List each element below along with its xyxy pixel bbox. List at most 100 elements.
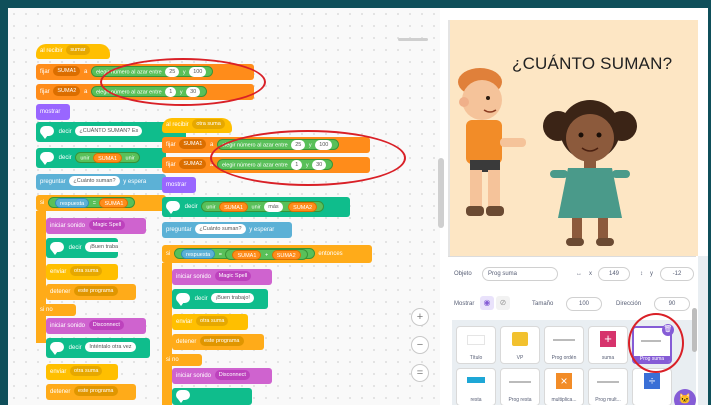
say-block-3[interactable]: decir ¡Buen trabajo — [46, 238, 118, 258]
show-block[interactable]: mostrar — [162, 177, 196, 193]
say-block-4[interactable]: decir Inténtalo otra vez — [46, 338, 150, 358]
sprite-tile-prog-resta[interactable]: Prog resta — [500, 368, 540, 405]
add-block[interactable]: SUMA1 + SUMA2 — [225, 248, 308, 260]
stage-backdrop-panel[interactable] — [698, 256, 708, 405]
sprite-tile-vp[interactable]: VP — [500, 326, 540, 364]
equals-block[interactable]: respuesta = SUMA1 — [48, 196, 136, 208]
say-text-input[interactable]: ¿CUÁNTO SUMAN? Es — [75, 126, 143, 137]
if-block[interactable]: si respuesta = SUMA1 — [36, 195, 166, 211]
start-sound-block-2[interactable]: iniciar sonido Disconnect — [172, 368, 272, 384]
sprite-label: Objeto — [454, 271, 472, 277]
message-dropdown[interactable]: otra suma — [192, 119, 225, 130]
stop-dropdown[interactable]: este programa — [74, 286, 118, 297]
start-sound-block-1[interactable]: iniciar sonido Magic Spell — [172, 269, 272, 285]
sprite-tile-titulo[interactable]: Título — [456, 326, 496, 364]
zoom-in-button[interactable]: + — [411, 308, 429, 326]
multiply-icon: × — [556, 373, 572, 389]
code-scrollbar-vertical[interactable] — [438, 158, 444, 228]
sound-dropdown[interactable]: Disconnect — [214, 370, 250, 381]
sprite-tile-resta[interactable]: resta — [456, 368, 496, 405]
answer-reporter[interactable]: respuesta — [55, 197, 90, 208]
variable-reporter[interactable]: SUMA1 — [219, 201, 249, 212]
code-area[interactable]: al recibir sumar fijar SUMA1 a elegir nú… — [8, 8, 440, 405]
join-block[interactable]: unir SUMA1 unir — [75, 151, 140, 163]
sprite-name: Prog resta — [508, 397, 532, 403]
sprite-tile-multiplica[interactable]: × multiplica... — [544, 368, 584, 405]
variable-reporter[interactable]: SUMA1 — [99, 197, 129, 208]
zoom-out-button[interactable]: − — [411, 336, 429, 354]
ask-wait-label: y esperar — [249, 227, 275, 233]
broadcast-block[interactable]: enviar otra suma — [172, 314, 248, 330]
sprite-name: multiplica... — [551, 397, 577, 403]
say-block-partial[interactable] — [172, 388, 252, 405]
hat-when-receive-otra-suma[interactable]: al recibir otra suma — [162, 118, 232, 133]
say-block-2[interactable]: decir ¡Buen trabajo! — [172, 289, 268, 309]
stop-dropdown[interactable]: este programa — [200, 336, 244, 347]
say-text-input[interactable]: ¡Buen trabajo! — [211, 293, 254, 304]
join-text-input[interactable]: más — [264, 201, 283, 212]
say-block-2[interactable]: decir unir SUMA1 unir — [36, 148, 166, 168]
variable-dropdown[interactable]: SUMA1 — [53, 66, 81, 77]
stop-block-1[interactable]: detener este programa — [46, 284, 136, 300]
answer-reporter[interactable]: respuesta — [181, 249, 216, 260]
variable-dropdown[interactable]: SUMA2 — [53, 86, 81, 97]
say-text-input[interactable]: ¡Buen trabajo — [85, 242, 118, 253]
sprite-tile-suma[interactable]: + suma — [588, 326, 628, 364]
show-visible-toggle[interactable]: ◉ — [480, 296, 494, 310]
show-block[interactable]: mostrar — [36, 104, 70, 120]
ask-label: preguntar — [40, 179, 66, 185]
sprite-list-scrollbar[interactable] — [692, 308, 697, 352]
sound-dropdown[interactable]: Magic Spell — [214, 271, 252, 282]
broadcast-block-1[interactable]: enviar otra suma — [46, 264, 118, 280]
ask-text-input[interactable]: ¿Cuánto suman? — [69, 176, 120, 187]
direction-input[interactable]: 90 — [654, 297, 690, 311]
message-dropdown[interactable]: sumar — [66, 45, 90, 56]
start-sound-block-1[interactable]: iniciar sonido Magic Spell — [46, 218, 146, 234]
ask-block[interactable]: preguntar ¿Cuánto suman? y esperar — [162, 222, 292, 238]
variable-reporter[interactable]: SUMA1 — [232, 249, 262, 260]
sprite-tile-prog-orden[interactable]: Prog ordén — [544, 326, 584, 364]
join-block[interactable]: unir SUMA1 unir más SUMA2 — [201, 200, 325, 212]
stage-side-strip — [698, 20, 708, 256]
variable-dropdown[interactable]: SUMA1 — [179, 139, 207, 150]
ask-text-input[interactable]: ¿Cuánto suman? — [195, 224, 246, 235]
x-arrows-icon: ↔ — [576, 271, 582, 277]
show-hidden-toggle[interactable]: ⊘ — [496, 296, 510, 310]
ask-block[interactable]: preguntar ¿Cuánto suman? y espera — [36, 174, 166, 190]
variable-reporter[interactable]: SUMA2 — [288, 201, 318, 212]
sprite-tile-divide[interactable]: ÷ — [632, 368, 672, 405]
sprite-tile-prog-mult[interactable]: Prog mult... — [588, 368, 628, 405]
if-block[interactable]: si respuesta = SUMA1 + SUMA2 entonces — [162, 245, 372, 263]
sound-dropdown[interactable]: Disconnect — [88, 320, 124, 331]
equals-block[interactable]: respuesta = SUMA1 + SUMA2 — [174, 247, 315, 260]
broadcast-label: enviar — [50, 269, 67, 275]
stop-block-2[interactable]: detener este programa — [46, 384, 136, 400]
broadcast-dropdown[interactable]: otra suma — [70, 266, 103, 277]
broadcast-dropdown[interactable]: otra suma — [196, 316, 229, 327]
speech-bubble-icon — [176, 390, 190, 404]
stop-label: detener — [50, 289, 71, 295]
size-input[interactable]: 100 — [566, 297, 602, 311]
broadcast-block-2[interactable]: enviar otra suma — [46, 364, 118, 380]
variable-dropdown[interactable]: SUMA2 — [179, 159, 207, 170]
stage[interactable]: ¿CUÁNTO SUMAN? — [448, 20, 708, 256]
add-sprite-cat-icon[interactable]: 🐱 — [674, 389, 696, 405]
say-text-input[interactable]: Inténtalo otra vez — [85, 342, 136, 353]
variable-reporter[interactable]: SUMA1 — [93, 152, 123, 163]
stop-block[interactable]: detener este programa — [172, 334, 264, 350]
sprite-name: resta — [470, 397, 482, 403]
variable-reporter[interactable]: SUMA2 — [271, 249, 301, 260]
stop-dropdown[interactable]: este programa — [74, 386, 118, 397]
join-label: unir — [206, 204, 216, 211]
x-input[interactable]: 149 — [598, 267, 630, 281]
hat-when-receive-sumar[interactable]: al recibir sumar — [36, 44, 110, 59]
y-input[interactable]: -12 — [660, 267, 694, 281]
say-block[interactable]: decir unir SUMA1 unir más SUMA2 — [162, 197, 350, 217]
broadcast-dropdown[interactable]: otra suma — [70, 366, 103, 377]
zoom-reset-button[interactable]: = — [411, 364, 429, 382]
sprite-name-input[interactable]: Prog suma — [482, 267, 558, 281]
start-sound-block-2[interactable]: iniciar sonido Disconnect — [46, 318, 146, 334]
else-label-block: si no — [36, 304, 76, 316]
code-scrollbar-horizontal[interactable] — [398, 38, 428, 41]
sound-dropdown[interactable]: Magic Spell — [88, 220, 126, 231]
